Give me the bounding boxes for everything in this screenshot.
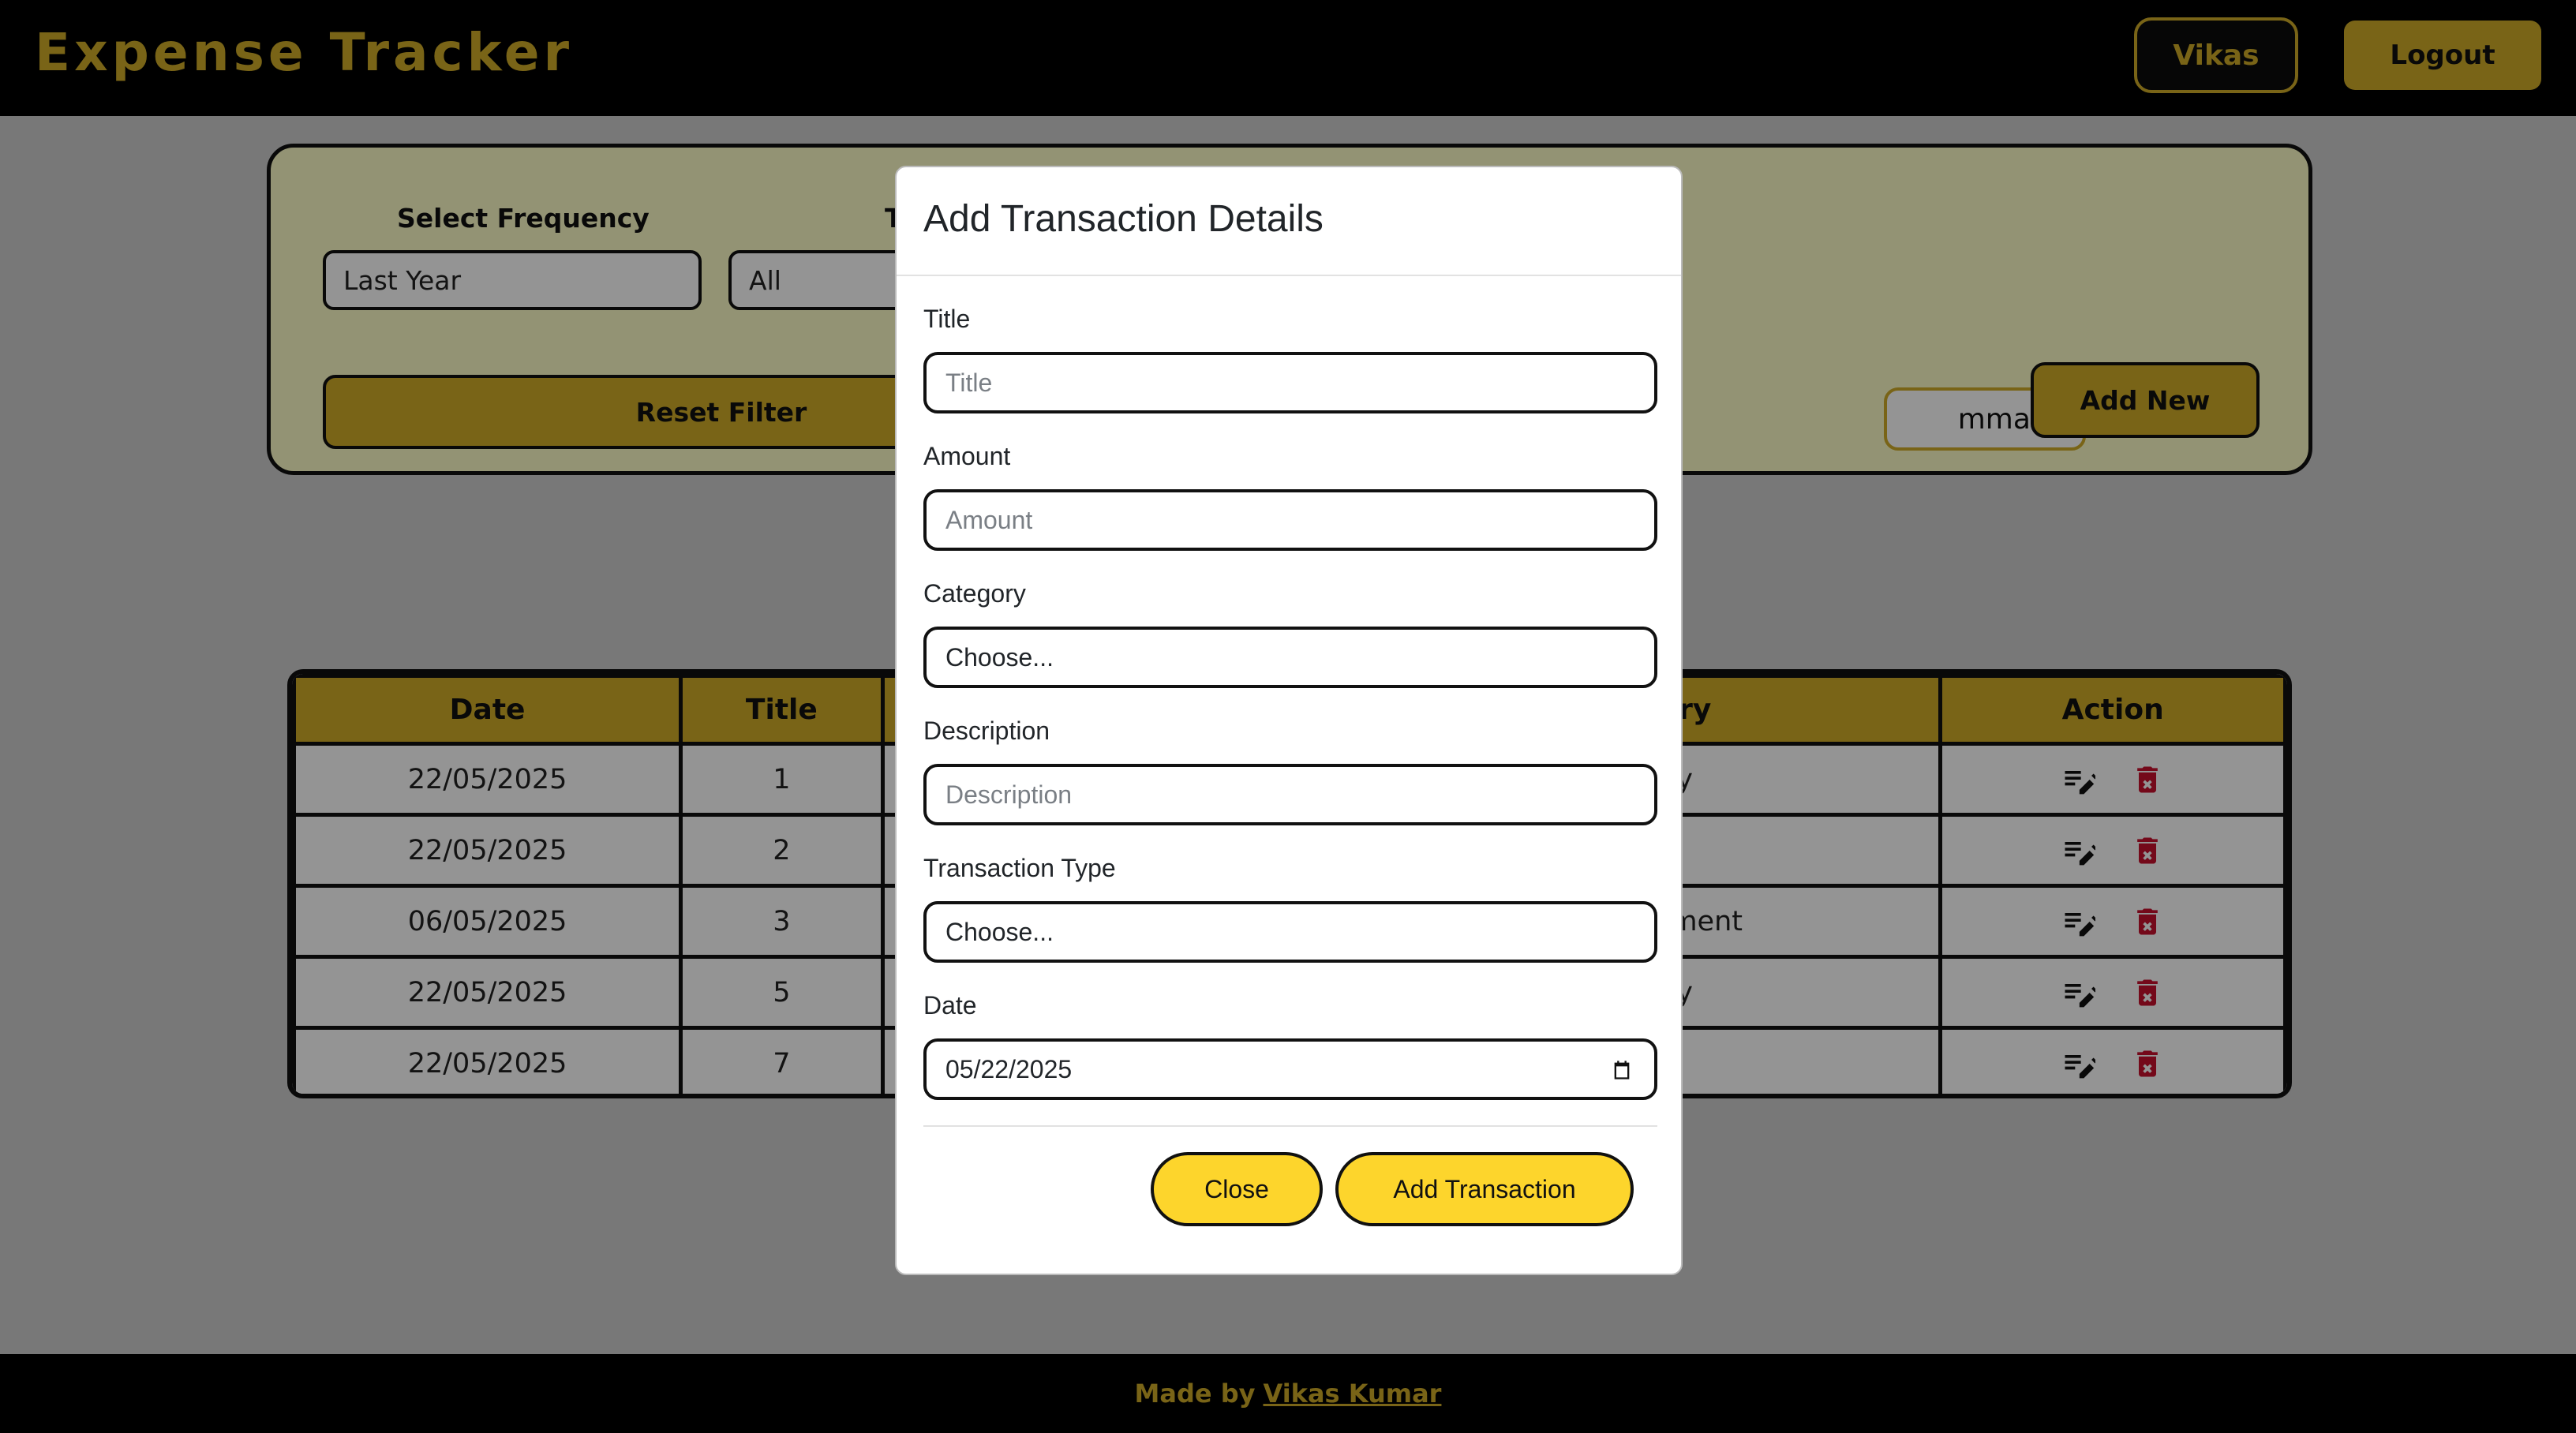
close-button[interactable]: Close	[1151, 1152, 1323, 1226]
title-input[interactable]: Title	[923, 352, 1657, 413]
title-label: Title	[923, 305, 971, 333]
amount-label: Amount	[923, 442, 1011, 470]
category-select[interactable]: Choose...	[923, 627, 1657, 688]
transaction-type-select[interactable]: Choose...	[923, 901, 1657, 963]
modal-footer-divider	[923, 1125, 1657, 1127]
description-label: Description	[923, 716, 1050, 745]
amount-input[interactable]: Amount	[923, 489, 1657, 551]
category-label: Category	[923, 579, 1026, 608]
calendar-icon[interactable]	[1610, 1059, 1634, 1081]
date-input[interactable]: 05/22/2025	[923, 1038, 1657, 1100]
add-transaction-button[interactable]: Add Transaction	[1335, 1152, 1634, 1226]
modal-title: Add Transaction Details	[923, 198, 1324, 240]
transaction-type-label: Transaction Type	[923, 854, 1116, 882]
add-transaction-modal: Add Transaction Details Title Title Amou…	[895, 166, 1683, 1275]
date-value: 05/22/2025	[945, 1054, 1073, 1083]
date-label: Date	[923, 991, 977, 1020]
description-input[interactable]: Description	[923, 764, 1657, 825]
modal-header-divider	[897, 275, 1681, 276]
